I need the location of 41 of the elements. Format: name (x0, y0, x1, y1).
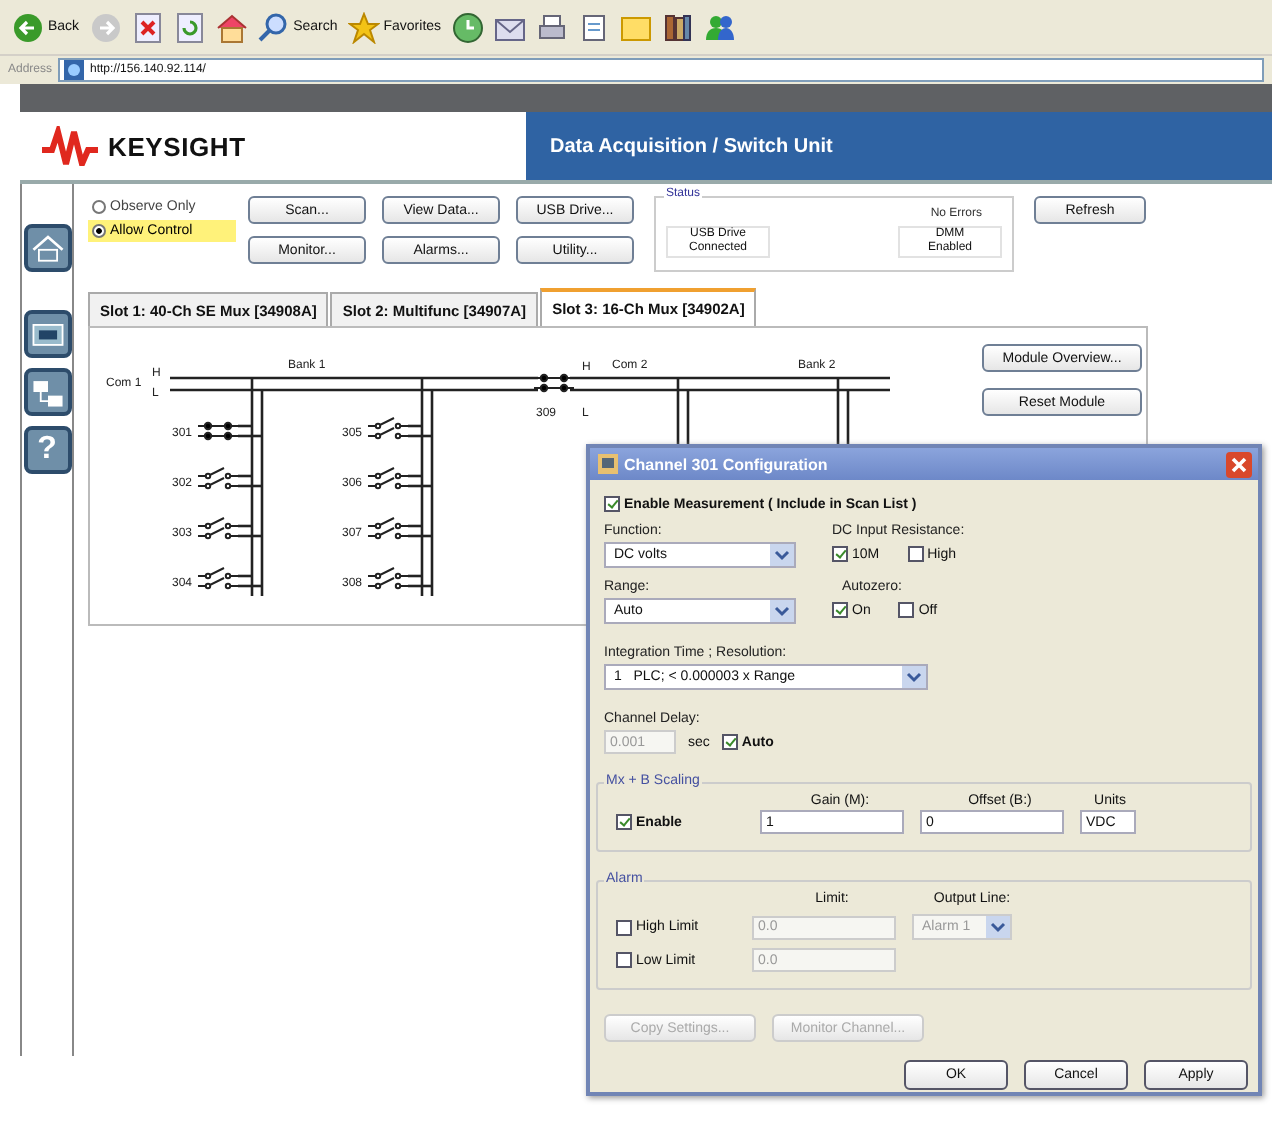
printer-icon (535, 11, 568, 43)
page-title: Data Acquisition / Switch Unit (550, 135, 833, 157)
checkbox[interactable] (616, 952, 632, 968)
caret-icon (902, 666, 926, 688)
folder-icon (619, 11, 652, 43)
sidebar-button[interactable] (23, 368, 71, 416)
checkbox[interactable] (616, 919, 632, 935)
toolbar-button[interactable] (215, 11, 248, 43)
dialog-title: Channel 301 Configuration (624, 455, 830, 473)
people-icon (703, 11, 736, 43)
document-icon (577, 11, 610, 43)
checkbox[interactable] (604, 496, 620, 512)
caret-icon (986, 916, 1010, 938)
checkbox[interactable] (898, 602, 915, 618)
books-icon (661, 11, 694, 43)
stop-icon (131, 11, 164, 43)
page-icon (64, 60, 85, 80)
toolbar-button[interactable] (451, 11, 484, 43)
refresh-icon (173, 11, 206, 43)
logo-text: KEYSIGHT (108, 131, 246, 161)
caret-icon (770, 544, 794, 566)
toolbar-button[interactable] (703, 11, 736, 43)
app-icon (598, 454, 618, 474)
close-icon[interactable] (1226, 451, 1252, 477)
waveform-logo-icon (40, 126, 100, 166)
home-icon (215, 11, 248, 43)
sidebar-button[interactable] (23, 310, 71, 358)
checkbox[interactable] (832, 602, 848, 618)
toolbar-button[interactable] (577, 11, 610, 43)
checkbox[interactable] (721, 734, 738, 750)
checkbox[interactable] (616, 814, 632, 830)
star-icon (347, 11, 380, 43)
search-icon (257, 11, 290, 43)
checkbox[interactable] (832, 546, 848, 562)
clock-icon (451, 11, 484, 43)
toolbar-button[interactable] (131, 11, 164, 43)
checkbox[interactable] (907, 546, 924, 562)
sidebar-button[interactable] (23, 224, 71, 272)
toolbar-button[interactable] (535, 11, 568, 43)
toolbar-button[interactable] (661, 11, 694, 43)
caret-icon (770, 600, 794, 622)
